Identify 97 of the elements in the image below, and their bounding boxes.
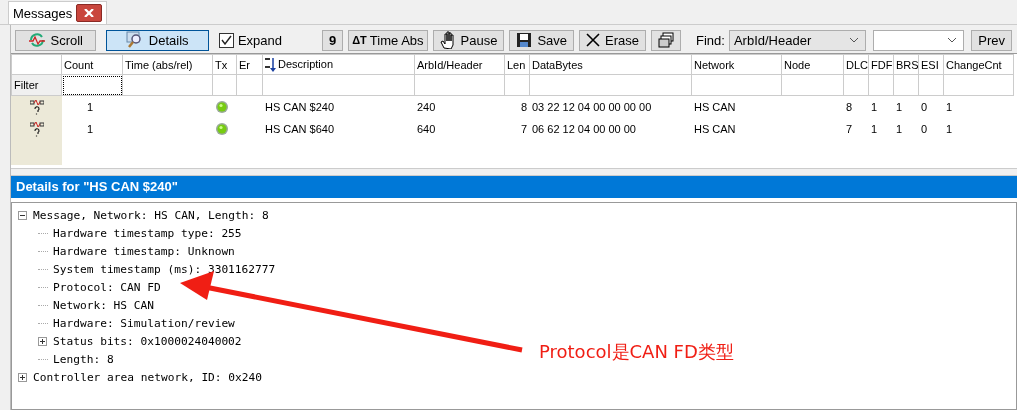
table-cell: 8 [843,95,869,118]
table-cell: 640 [414,117,505,140]
filter-field[interactable] [843,74,869,96]
column-header[interactable]: ChangeCnt [943,54,1014,75]
hand-icon [439,31,456,49]
column-header[interactable]: Time (abs/rel) [122,54,213,75]
table-cell: 8 [504,95,530,118]
column-header[interactable]: Len [504,54,530,75]
tree-item[interactable]: Protocol: CAN FD [53,280,161,294]
table-cell: 7 [504,117,530,140]
messages-tab[interactable]: Messages [8,1,108,24]
annotation-text: Protocol是CAN FD类型 [539,340,734,364]
checkbox-label: Expand [237,32,282,48]
expand-checkbox[interactable] [218,32,234,48]
windows-icon [658,32,675,48]
find-label: Find: [696,32,725,48]
cross-icon [586,33,601,47]
close-icon [84,9,95,17]
tree-item[interactable]: Message, Network: HS CAN, Length: 8 [33,208,269,222]
tree-item[interactable]: Status bits: 0x1000024040002 [53,334,242,348]
tree-item[interactable]: Length: 8 [53,352,114,366]
table-cell: 1 [943,95,1014,118]
table-cell: 0 [918,117,944,140]
table-cell: 240 [414,95,505,118]
expand-icon[interactable] [38,336,47,346]
table-cell: 03 22 12 04 00 00 00 00 [529,95,692,118]
filter-field[interactable] [893,74,919,96]
filter-field[interactable] [868,74,894,96]
toolbar-button[interactable]: Prev [971,29,1012,51]
filter-field[interactable] [504,74,530,96]
filter-field[interactable] [529,74,692,96]
chevron-down-icon [849,37,860,43]
tree-item[interactable]: Hardware timestamp: Unknown [53,244,235,258]
tree-item[interactable]: Controller area network, ID: 0x240 [33,370,262,384]
floppy-icon [516,32,533,48]
collapse-icon[interactable] [18,210,27,220]
scroll-icon [27,32,46,48]
tree-item[interactable]: Network: HS CAN [53,298,155,312]
filter-label: Filter [11,74,62,96]
filter-field[interactable] [212,74,237,96]
splitter-bar[interactable] [11,168,1017,176]
magnifier-icon [125,31,144,49]
find-dropdown[interactable]: ArbId/Header [728,29,867,51]
chevron-down-icon [947,37,958,43]
column-header[interactable]: ArbId/Header [414,54,505,75]
table-cell: 0 [918,95,944,118]
toolbar-button[interactable]: Save [509,29,575,51]
filter-field[interactable] [414,74,505,96]
toolbar-button[interactable]: Erase [579,29,647,51]
message-icon [29,98,44,115]
filter-field[interactable] [61,74,123,96]
filter-field[interactable] [122,74,213,96]
table-cell: 1 [943,117,1014,140]
check-icon [220,35,232,45]
toolbar-button[interactable]: Details [105,29,209,51]
column-header[interactable]: Description [262,54,415,75]
table-cell: HS CAN [691,117,782,140]
table-cell: 1 [893,117,919,140]
find-dropdown[interactable] [873,29,965,51]
filter-field[interactable] [691,74,782,96]
table-cell: 1 [61,95,123,118]
filter-field[interactable] [262,74,415,96]
table-cell: 1 [868,117,894,140]
table-cell: 06 62 12 04 00 00 00 [529,117,692,140]
table-cell: 1 [61,117,123,140]
column-header[interactable]: Node [781,54,844,75]
toolbar-button[interactable]: ΔT Time Abs [348,29,428,51]
column-header[interactable]: Network [691,54,782,75]
column-header[interactable]: DLC [843,54,869,75]
column-header[interactable]: FDF [868,54,894,75]
tree-item[interactable]: System timestamp (ms): 3301162777 [53,262,276,276]
table-cell: HS CAN $640 [262,117,415,140]
tree-item[interactable]: Hardware: Simulation/review [53,316,235,330]
toolbar-icon-button[interactable] [651,29,682,51]
filter-field[interactable] [918,74,944,96]
toolbar-button[interactable]: 9 [321,29,344,51]
table-cell: 7 [843,117,869,140]
close-button[interactable] [76,4,103,22]
column-header[interactable]: Count [61,54,123,75]
toolbar-button[interactable]: Pause [432,29,505,51]
toolbar-button[interactable]: Scroll [15,29,96,51]
filter-field[interactable] [943,74,1014,96]
table-cell: HS CAN $240 [262,95,415,118]
table-cell: 1 [893,95,919,118]
details-title: Details for "HS CAN $240" [11,176,1017,198]
column-header[interactable]: Er [236,54,263,75]
filter-field[interactable] [781,74,844,96]
expand-icon[interactable] [18,372,27,382]
column-header[interactable]: ESI [918,54,944,75]
column-header[interactable]: DataBytes [529,54,692,75]
tree-item[interactable]: Hardware timestamp type: 255 [53,226,242,240]
column-header[interactable]: Tx [212,54,237,75]
message-icon [29,120,44,137]
filter-field[interactable] [236,74,263,96]
table-cell: 1 [868,95,894,118]
column-header[interactable]: BRS [893,54,919,75]
table-cell: HS CAN [691,95,782,118]
